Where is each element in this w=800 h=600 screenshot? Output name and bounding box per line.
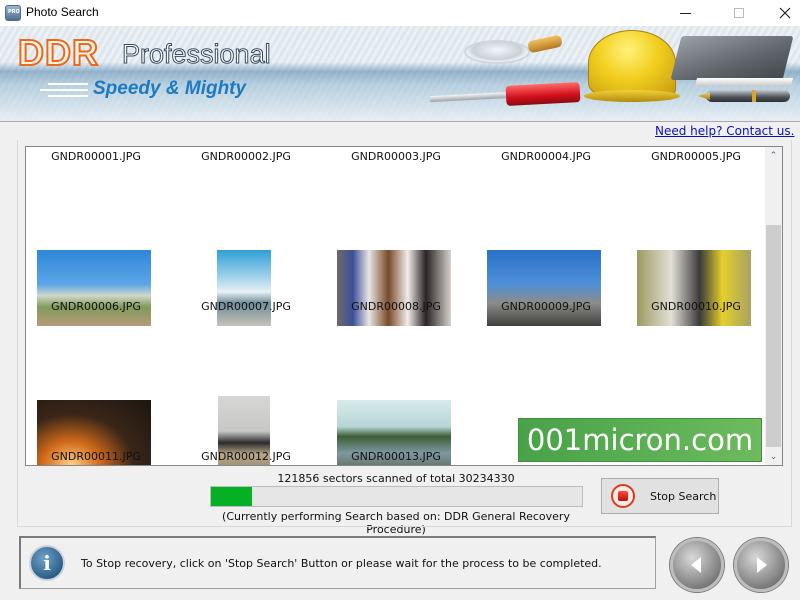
photo-thumbnail[interactable] bbox=[637, 250, 751, 326]
stop-search-button[interactable]: Stop Search bbox=[601, 478, 719, 514]
group-frame-right bbox=[791, 140, 792, 526]
window-title: Photo Search bbox=[26, 5, 99, 19]
next-button[interactable] bbox=[734, 538, 788, 592]
scroll-up-button[interactable]: ⌃ bbox=[765, 147, 782, 164]
photo-item[interactable]: GNDR00004.JPG bbox=[476, 147, 616, 177]
photo-filename: GNDR00004.JPG bbox=[501, 150, 591, 163]
hard-hat-brim-decoration bbox=[584, 90, 680, 102]
scan-progress-bar bbox=[210, 486, 583, 507]
close-icon bbox=[779, 7, 791, 19]
photo-filename: GNDR00009.JPG bbox=[501, 300, 591, 313]
back-arrow-icon bbox=[691, 557, 701, 573]
photo-item[interactable]: GNDR00010.JPG bbox=[626, 187, 766, 327]
stop-icon bbox=[611, 484, 635, 508]
group-frame-left bbox=[17, 140, 18, 526]
photo-filename: GNDR00012.JPG bbox=[201, 450, 291, 463]
photo-filename: GNDR00001.JPG bbox=[51, 150, 141, 163]
stop-search-label: Stop Search bbox=[650, 489, 717, 503]
scan-progress-fill bbox=[211, 487, 252, 506]
photo-filename: GNDR00003.JPG bbox=[351, 150, 441, 163]
photo-item[interactable]: GNDR00008.JPG bbox=[326, 187, 466, 327]
help-contact-link[interactable]: Need help? Contact us. bbox=[655, 124, 794, 138]
scroll-down-button[interactable]: ⌄ bbox=[765, 448, 782, 465]
photo-filename: GNDR00008.JPG bbox=[351, 300, 441, 313]
tagline: Speedy & Mighty bbox=[93, 78, 247, 99]
close-button[interactable] bbox=[762, 0, 800, 26]
photo-thumbnail[interactable] bbox=[487, 250, 601, 326]
book-icon bbox=[670, 36, 794, 80]
photo-item[interactable]: GNDR00003.JPG bbox=[326, 147, 466, 177]
photo-filename: GNDR00002.JPG bbox=[201, 150, 291, 163]
photo-item[interactable]: GNDR00006.JPG bbox=[26, 187, 166, 327]
procedure-status: (Currently performing Search based on: D… bbox=[222, 510, 570, 536]
info-panel: i To Stop recovery, click on 'Stop Searc… bbox=[19, 536, 656, 589]
scroll-thumb[interactable] bbox=[766, 225, 781, 447]
info-icon: i bbox=[29, 545, 65, 581]
photo-item[interactable]: GNDR00012.JPG bbox=[176, 337, 316, 465]
photo-filename: GNDR00006.JPG bbox=[51, 300, 141, 313]
photo-thumbnail[interactable] bbox=[37, 250, 151, 326]
book-pages-decoration bbox=[695, 78, 793, 86]
pen-band-decoration bbox=[752, 90, 756, 102]
photo-item[interactable]: GNDR00007.JPG bbox=[176, 187, 316, 327]
minimize-icon bbox=[679, 12, 691, 14]
photo-thumbnail[interactable] bbox=[217, 250, 271, 326]
product-name: Professional bbox=[122, 39, 272, 70]
hard-hat-icon bbox=[588, 30, 676, 96]
screwdriver-handle-decoration bbox=[505, 82, 581, 106]
app-icon: PRO bbox=[5, 5, 21, 21]
maximize-button[interactable] bbox=[716, 0, 762, 26]
photo-item[interactable]: GNDR00013.JPG bbox=[326, 337, 466, 465]
photo-item[interactable]: GNDR00011.JPG bbox=[26, 337, 166, 465]
photo-filename: GNDR00010.JPG bbox=[651, 300, 741, 313]
brand-logo: DDR bbox=[17, 31, 99, 74]
photo-filename: GNDR00011.JPG bbox=[51, 450, 141, 463]
vertical-scrollbar[interactable]: ⌃ ⌄ bbox=[765, 147, 782, 465]
watermark: 001micron.com bbox=[518, 418, 762, 462]
chevron-up-icon: ⌃ bbox=[769, 150, 778, 161]
photo-filename: GNDR00007.JPG bbox=[201, 300, 291, 313]
maximize-icon bbox=[734, 8, 744, 18]
photo-filename: GNDR00013.JPG bbox=[351, 450, 441, 463]
sectors-progress-label: 121856 sectors scanned of total 30234330 bbox=[277, 472, 515, 485]
photo-thumbnail[interactable] bbox=[337, 250, 451, 326]
photo-item[interactable]: GNDR00001.JPG bbox=[26, 147, 166, 177]
next-arrow-icon bbox=[757, 557, 767, 573]
photo-item[interactable]: GNDR00009.JPG bbox=[476, 187, 616, 327]
chevron-down-icon: ⌄ bbox=[769, 451, 778, 462]
title-bar: PRO Photo Search bbox=[0, 0, 800, 26]
group-frame-bottom bbox=[17, 526, 792, 527]
speed-lines-decoration bbox=[40, 83, 88, 101]
photo-item[interactable]: GNDR00002.JPG bbox=[176, 147, 316, 177]
pen-icon bbox=[706, 90, 790, 102]
magnifier-handle-decoration bbox=[527, 34, 563, 54]
header-banner: DDR Professional Speedy & Mighty bbox=[0, 26, 800, 122]
photo-item[interactable]: GNDR00005.JPG bbox=[626, 147, 766, 177]
info-message: To Stop recovery, click on 'Stop Search'… bbox=[81, 557, 602, 570]
back-button[interactable] bbox=[670, 538, 724, 592]
screwdriver-icon bbox=[429, 91, 511, 103]
magnifier-icon bbox=[464, 40, 530, 64]
photo-filename: GNDR00005.JPG bbox=[651, 150, 741, 163]
pen-nib-decoration bbox=[698, 92, 710, 100]
minimize-button[interactable] bbox=[662, 0, 708, 26]
